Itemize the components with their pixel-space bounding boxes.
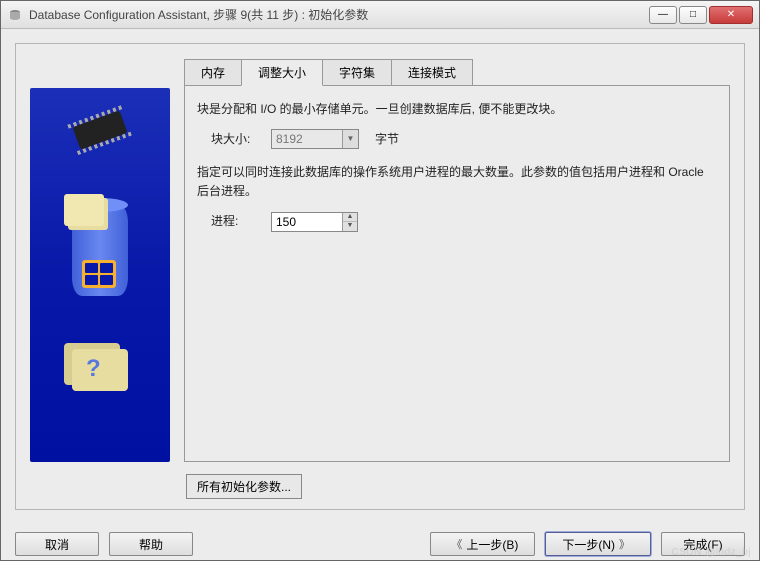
tab-panel-sizing: 块是分配和 I/O 的最小存储单元。一旦创建数据库后, 便不能更改块。 块大小:…	[184, 85, 730, 462]
tab-connection-mode[interactable]: 连接模式	[391, 59, 473, 86]
titlebar: Database Configuration Assistant, 步骤 9(共…	[1, 1, 759, 29]
block-description: 块是分配和 I/O 的最小存储单元。一旦创建数据库后, 便不能更改块。	[197, 100, 717, 119]
process-row: 进程: ▲ ▼	[211, 212, 717, 232]
step-folder-icon	[36, 340, 164, 400]
wizard-sidebar: ✓ ✓ ✓ ✓	[30, 58, 170, 462]
step-chip-icon	[36, 100, 164, 160]
process-label: 进程:	[211, 212, 261, 231]
minimize-button[interactable]: —	[649, 6, 677, 24]
block-size-label: 块大小:	[211, 130, 261, 149]
block-size-row: 块大小: ▼ 字节	[211, 129, 717, 149]
app-icon	[7, 7, 23, 23]
tab-charset[interactable]: 字符集	[322, 59, 392, 86]
block-size-unit: 字节	[375, 130, 399, 149]
all-init-params-button[interactable]: 所有初始化参数...	[186, 474, 302, 499]
wizard-footer: 取消 帮助 《 上一步(B) 下一步(N) 》 完成(F)	[1, 524, 759, 560]
tab-bar: 内存 调整大小 字符集 连接模式	[184, 58, 730, 85]
content-area: ✓ ✓ ✓ ✓ 内存 调整大小 字符集 连接模式 块是分配和 I/O 的最小存储…	[15, 43, 745, 510]
next-arrow-icon: 》	[619, 536, 630, 552]
window-title: Database Configuration Assistant, 步骤 9(共…	[29, 6, 649, 23]
maximize-button[interactable]: □	[679, 6, 707, 24]
spinner-down-icon[interactable]: ▼	[343, 222, 357, 231]
process-input[interactable]	[272, 213, 342, 231]
window-controls: — □ ✕	[649, 6, 753, 24]
process-spinner[interactable]: ▲ ▼	[271, 212, 358, 232]
block-size-value	[272, 131, 342, 147]
tab-sizing[interactable]: 调整大小	[241, 59, 323, 86]
cancel-button[interactable]: 取消	[15, 532, 99, 556]
next-label: 下一步(N)	[562, 536, 615, 553]
all-params-row: 所有初始化参数...	[16, 470, 744, 509]
right-pane: 内存 调整大小 字符集 连接模式 块是分配和 I/O 的最小存储单元。一旦创建数…	[184, 58, 730, 462]
sidebar-graphic: ✓ ✓ ✓ ✓	[30, 88, 170, 462]
watermark: CSDN @lhdz_bj	[672, 547, 751, 558]
help-button[interactable]: 帮助	[109, 532, 193, 556]
process-description: 指定可以同时连接此数据库的操作系统用户进程的最大数量。此参数的值包括用户进程和 …	[197, 163, 717, 201]
tab-memory[interactable]: 内存	[184, 59, 242, 86]
spinner-buttons: ▲ ▼	[342, 213, 357, 231]
back-button[interactable]: 《 上一步(B)	[430, 532, 535, 556]
next-button[interactable]: 下一步(N) 》	[545, 532, 651, 556]
close-button[interactable]: ✕	[709, 6, 753, 24]
back-arrow-icon: 《	[451, 536, 462, 552]
back-label: 上一步(B)	[466, 536, 518, 553]
main-layout: ✓ ✓ ✓ ✓ 内存 调整大小 字符集 连接模式 块是分配和 I/O 的最小存储…	[16, 44, 744, 470]
block-size-select[interactable]: ▼	[271, 129, 359, 149]
chevron-down-icon[interactable]: ▼	[342, 130, 358, 148]
app-window: Database Configuration Assistant, 步骤 9(共…	[0, 0, 760, 561]
step-cylinder-icon	[36, 190, 164, 310]
